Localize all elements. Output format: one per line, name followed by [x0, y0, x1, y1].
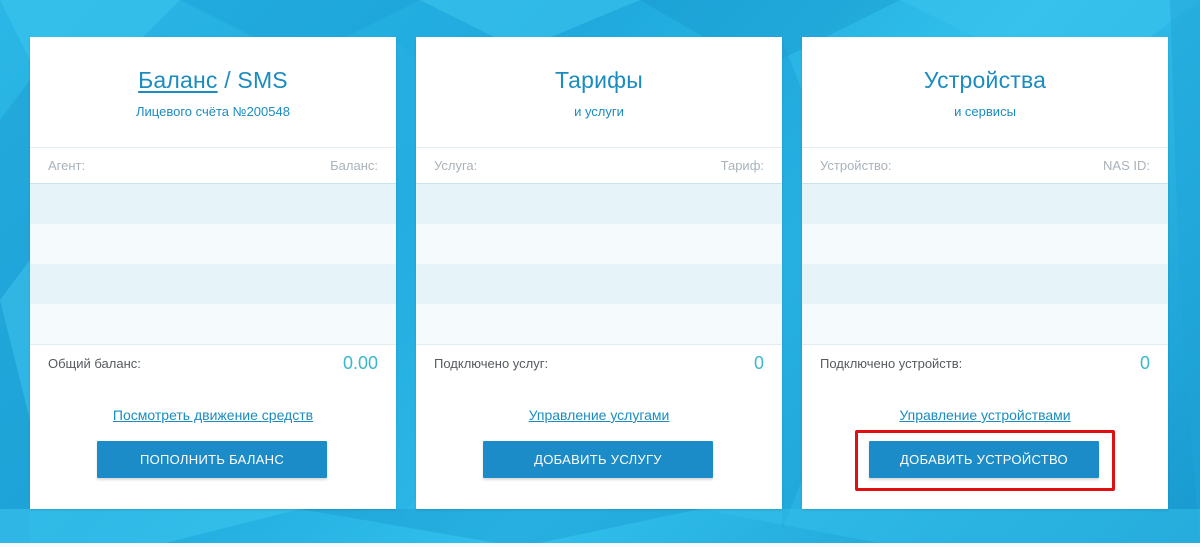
- table-header: Устройство: NAS ID:: [802, 147, 1168, 184]
- table-row: [802, 224, 1168, 264]
- total-value: 0: [753, 353, 764, 373]
- card-title: Баланс / SMS: [30, 67, 396, 94]
- table-row: [30, 184, 396, 224]
- view-transactions-link[interactable]: Посмотреть движение средств: [113, 407, 313, 423]
- total-value: 0.00: [342, 353, 378, 373]
- tariffs-card: Тарифы и услуги Услуга: Тариф: Подключен…: [416, 37, 782, 509]
- total-row: Общий баланс: 0.00: [30, 344, 396, 382]
- total-label: Подключено услуг:: [434, 356, 549, 371]
- table-row: [416, 264, 782, 304]
- table-header: Агент: Баланс:: [30, 147, 396, 184]
- total-label: Подключено устройств:: [820, 356, 963, 371]
- table-row: [802, 264, 1168, 304]
- total-label: Общий баланс:: [48, 356, 141, 371]
- column-header-device: Устройство:: [820, 158, 892, 173]
- devices-card: Устройства и сервисы Устройство: NAS ID:…: [802, 37, 1168, 509]
- page-footer-strip: [0, 543, 1200, 547]
- add-service-button[interactable]: ДОБАВИТЬ УСЛУГУ: [483, 441, 713, 478]
- table-body: [416, 184, 782, 344]
- card-subtitle: Лицевого счёта №200548: [136, 104, 290, 119]
- table-body: [30, 184, 396, 344]
- table-row: [30, 264, 396, 304]
- column-header-service: Услуга:: [434, 158, 478, 173]
- table-header: Услуга: Тариф:: [416, 147, 782, 184]
- total-value: 0: [1139, 353, 1150, 373]
- balance-card: Баланс / SMS Лицевого счёта №200548 Аген…: [30, 37, 396, 509]
- column-header-tariff: Тариф:: [720, 158, 764, 173]
- title-separator: /: [224, 67, 231, 93]
- balance-title-link[interactable]: Баланс: [138, 67, 218, 93]
- table-row: [802, 304, 1168, 344]
- top-up-balance-button[interactable]: ПОПОЛНИТЬ БАЛАНС: [97, 441, 327, 478]
- manage-services-link[interactable]: Управление услугами: [529, 407, 670, 423]
- table-row: [30, 224, 396, 264]
- table-row: [416, 224, 782, 264]
- table-body: [802, 184, 1168, 344]
- total-row: Подключено устройств: 0: [802, 344, 1168, 382]
- table-row: [802, 184, 1168, 224]
- total-row: Подключено услуг: 0: [416, 344, 782, 382]
- card-subtitle: и сервисы: [954, 104, 1016, 119]
- sms-title: SMS: [237, 67, 288, 93]
- table-row: [416, 304, 782, 344]
- card-title: Тарифы: [554, 67, 644, 93]
- column-header-nas-id: NAS ID:: [1103, 158, 1150, 173]
- table-row: [416, 184, 782, 224]
- column-header-agent: Агент:: [48, 158, 86, 173]
- table-row: [30, 304, 396, 344]
- manage-devices-link[interactable]: Управление устройствами: [899, 407, 1070, 423]
- add-device-button[interactable]: ДОБАВИТЬ УСТРОЙСТВО: [869, 441, 1099, 478]
- column-header-balance: Баланс:: [330, 158, 378, 173]
- card-title: Устройства: [923, 67, 1047, 93]
- card-subtitle: и услуги: [574, 104, 624, 119]
